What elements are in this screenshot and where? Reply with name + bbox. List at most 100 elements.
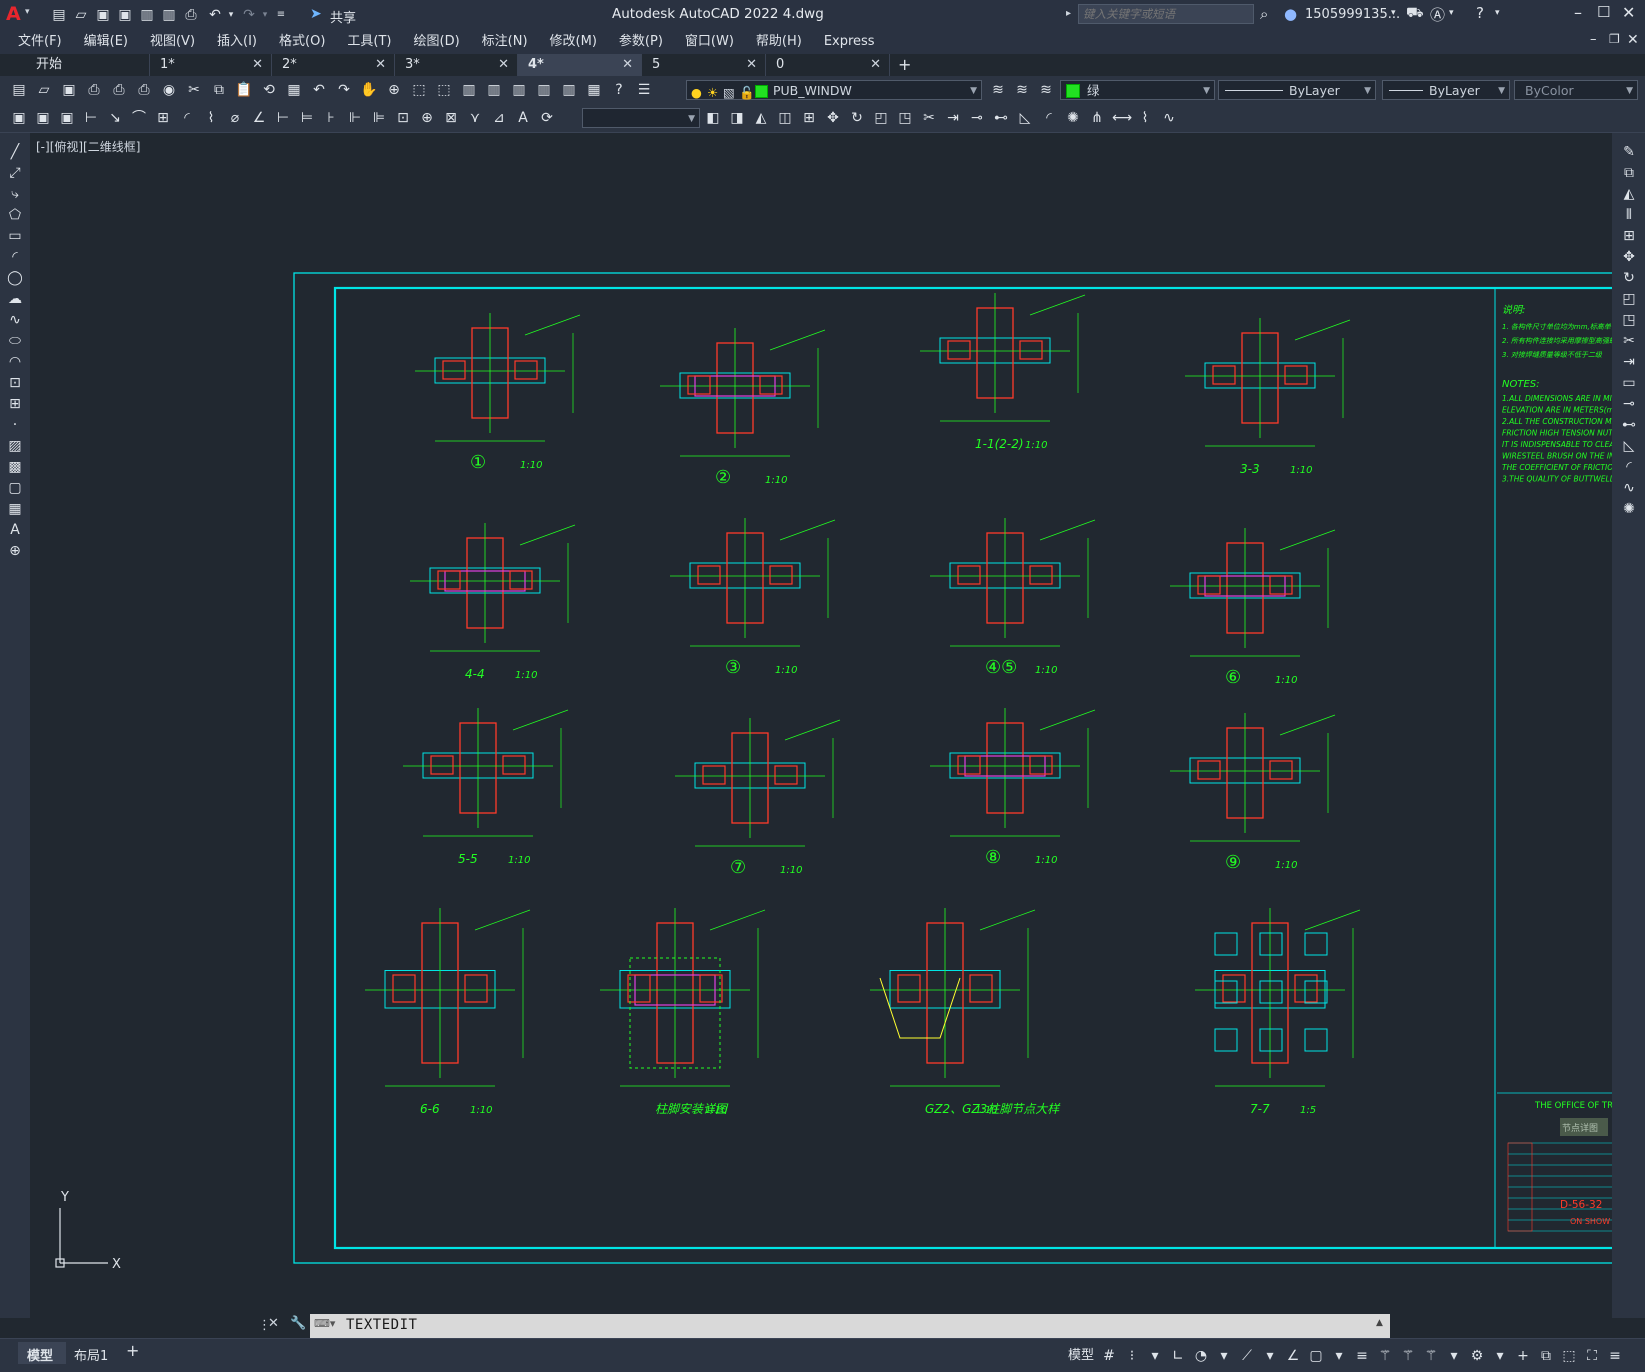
- command-recent-icon[interactable]: ⌨▾: [314, 1317, 335, 1330]
- search-box[interactable]: [1078, 4, 1257, 24]
- doc-close-icon[interactable]: ✕: [1627, 32, 1639, 48]
- plot-preview-icon[interactable]: ⎙: [110, 81, 128, 99]
- stretch-tool-icon[interactable]: ◳: [1620, 311, 1638, 329]
- search-input[interactable]: [1079, 5, 1257, 23]
- menu-item[interactable]: 文件(F): [7, 30, 73, 54]
- customize-qat-icon[interactable]: ≡: [272, 6, 290, 24]
- cart-icon[interactable]: ⛟: [1406, 5, 1424, 23]
- explode-icon[interactable]: ✺: [1064, 109, 1082, 127]
- command-history-icon[interactable]: ▲: [1376, 1318, 1383, 1328]
- point-icon[interactable]: ·: [6, 416, 24, 434]
- menu-item[interactable]: 标注(N): [471, 30, 539, 54]
- ortho-icon[interactable]: ∟: [1169, 1347, 1187, 1365]
- properties-icon[interactable]: ▥: [460, 81, 478, 99]
- menu-item[interactable]: 格式(O): [268, 30, 336, 54]
- save-to-web-icon[interactable]: ▥: [160, 6, 178, 24]
- plotstyle-combo[interactable]: ByColor ▼: [1514, 80, 1638, 100]
- add-selected-icon[interactable]: ⊕: [6, 542, 24, 560]
- drawing-canvas[interactable]: [-][俯视][二维线框] ① 1:10 ② 1:10 1-1(2-2) 1:10 3-3 1…: [30, 133, 1612, 1318]
- plot-icon[interactable]: ⎙: [182, 6, 200, 24]
- copy-object-icon[interactable]: ◨: [728, 109, 746, 127]
- menu-item[interactable]: 修改(M): [539, 30, 608, 54]
- polyline-icon[interactable]: ⤷: [6, 185, 24, 203]
- move-tool-icon[interactable]: ✥: [1620, 248, 1638, 266]
- command-settings-icon[interactable]: 🔧: [290, 1316, 306, 1331]
- erase-tool-icon[interactable]: ✎: [1620, 143, 1638, 161]
- dim-baseline-icon[interactable]: ⊨: [298, 109, 316, 127]
- break-point-icon[interactable]: ▭: [1620, 374, 1638, 392]
- polar-dropdown-icon[interactable]: ▾: [1215, 1347, 1233, 1365]
- save-icon[interactable]: ▣: [60, 81, 78, 99]
- user-dropdown-icon[interactable]: ▾: [1391, 8, 1396, 18]
- a360-dropdown-icon[interactable]: ▾: [1449, 8, 1454, 18]
- tab-close-icon[interactable]: ✕: [375, 54, 386, 76]
- menu-item[interactable]: Express: [813, 30, 886, 54]
- tab-5[interactable]: 5 ✕: [642, 54, 766, 76]
- close-icon[interactable]: ✕: [1622, 3, 1635, 22]
- undo-icon[interactable]: ↶: [310, 81, 328, 99]
- multiline-text-icon[interactable]: A: [6, 521, 24, 539]
- arc-icon[interactable]: ◜: [6, 248, 24, 266]
- lengthen-icon[interactable]: ⟷: [1112, 109, 1132, 127]
- dim-diameter-icon[interactable]: ⌀: [226, 109, 244, 127]
- isodraft-dropdown-icon[interactable]: ▾: [1261, 1347, 1279, 1365]
- isolate-objects-icon[interactable]: ⧉: [1537, 1347, 1555, 1365]
- menu-item[interactable]: 工具(T): [336, 30, 402, 54]
- open-from-web-icon[interactable]: ▥: [138, 6, 156, 24]
- dim-update-icon[interactable]: ⟳: [538, 109, 556, 127]
- layer-combo[interactable]: ● ☀ ▧ 🔓 PUB_WINDW ▼: [686, 80, 982, 100]
- fillet-tool-icon[interactable]: ◜: [1620, 458, 1638, 476]
- tab-close-icon[interactable]: ✕: [746, 54, 757, 76]
- model-space-button[interactable]: 模型: [1066, 1347, 1096, 1365]
- dim-continue-icon[interactable]: ⊦: [322, 109, 340, 127]
- tab-1[interactable]: 1* ✕: [150, 54, 272, 76]
- dim-jogged-icon[interactable]: ⌇: [202, 109, 220, 127]
- blend-curves-icon[interactable]: ∿: [1620, 479, 1638, 497]
- lineweight-combo[interactable]: ByLayer ▼: [1382, 80, 1510, 100]
- copy-icon[interactable]: ⧉: [210, 81, 228, 99]
- new-tab-plus-icon[interactable]: +: [898, 54, 911, 76]
- object-snap-icon[interactable]: ▢: [1307, 1347, 1325, 1365]
- join-icon[interactable]: ⊷: [992, 109, 1010, 127]
- tab-close-icon[interactable]: ✕: [252, 54, 263, 76]
- workspace-dropdown-icon[interactable]: ▾: [1491, 1347, 1509, 1365]
- tab-start[interactable]: 开始: [0, 54, 150, 76]
- zoom-window-icon[interactable]: ⬚: [410, 81, 428, 99]
- dim-aligned-icon[interactable]: ↘: [106, 109, 124, 127]
- autodesk-a360-icon[interactable]: Ⓐ: [1430, 4, 1445, 25]
- publish-icon[interactable]: ⎙: [135, 81, 153, 99]
- menu-item[interactable]: 窗口(W): [674, 30, 745, 54]
- command-input[interactable]: TEXTEDIT: [346, 1317, 417, 1333]
- ellipse-icon[interactable]: ⬭: [6, 332, 24, 350]
- tab-close-icon[interactable]: ✕: [498, 54, 509, 76]
- dimstyle-combo[interactable]: ▼: [582, 108, 700, 128]
- expand-arrow-icon[interactable]: ▸: [1066, 8, 1071, 19]
- open-icon[interactable]: ▱: [35, 81, 53, 99]
- edit-spline-icon[interactable]: ∿: [1160, 109, 1178, 127]
- menu-item[interactable]: 参数(P): [608, 30, 674, 54]
- trim-icon[interactable]: ✂: [920, 109, 938, 127]
- annotation-scale-icon[interactable]: ⚚: [1422, 1347, 1440, 1365]
- quick-dim-icon[interactable]: ⊢: [274, 109, 292, 127]
- tolerance-icon[interactable]: ⊡: [394, 109, 412, 127]
- share-icon[interactable]: ➤: [310, 6, 322, 22]
- autocad-logo-icon[interactable]: A: [6, 3, 21, 25]
- dim-angular-icon[interactable]: ∠: [250, 109, 268, 127]
- tool-palettes-icon[interactable]: ▥: [510, 81, 528, 99]
- offset-tool-icon[interactable]: ⫴: [1620, 206, 1638, 224]
- insert-block-icon[interactable]: ⊡: [6, 374, 24, 392]
- color-combo[interactable]: 绿 ▼: [1060, 80, 1215, 100]
- extend-icon[interactable]: ⇥: [944, 109, 962, 127]
- polar-icon[interactable]: ◔: [1192, 1347, 1210, 1365]
- extend-tool-icon[interactable]: ⇥: [1620, 353, 1638, 371]
- 3d-print-icon[interactable]: ◉: [160, 81, 178, 99]
- layer-states-icon[interactable]: ≋: [1037, 81, 1055, 99]
- tab-close-icon[interactable]: ✕: [622, 54, 633, 76]
- offset-icon[interactable]: ◫: [776, 109, 794, 127]
- auto-scale-icon[interactable]: ⚚: [1399, 1347, 1417, 1365]
- tab-close-icon[interactable]: ✕: [870, 54, 881, 76]
- annotation-visibility-icon[interactable]: ⚚: [1376, 1347, 1394, 1365]
- snap-icon[interactable]: ⁝: [1123, 1347, 1141, 1365]
- construction-line-icon[interactable]: ⤢: [6, 164, 24, 182]
- tab-4[interactable]: 4* ✕: [518, 54, 642, 76]
